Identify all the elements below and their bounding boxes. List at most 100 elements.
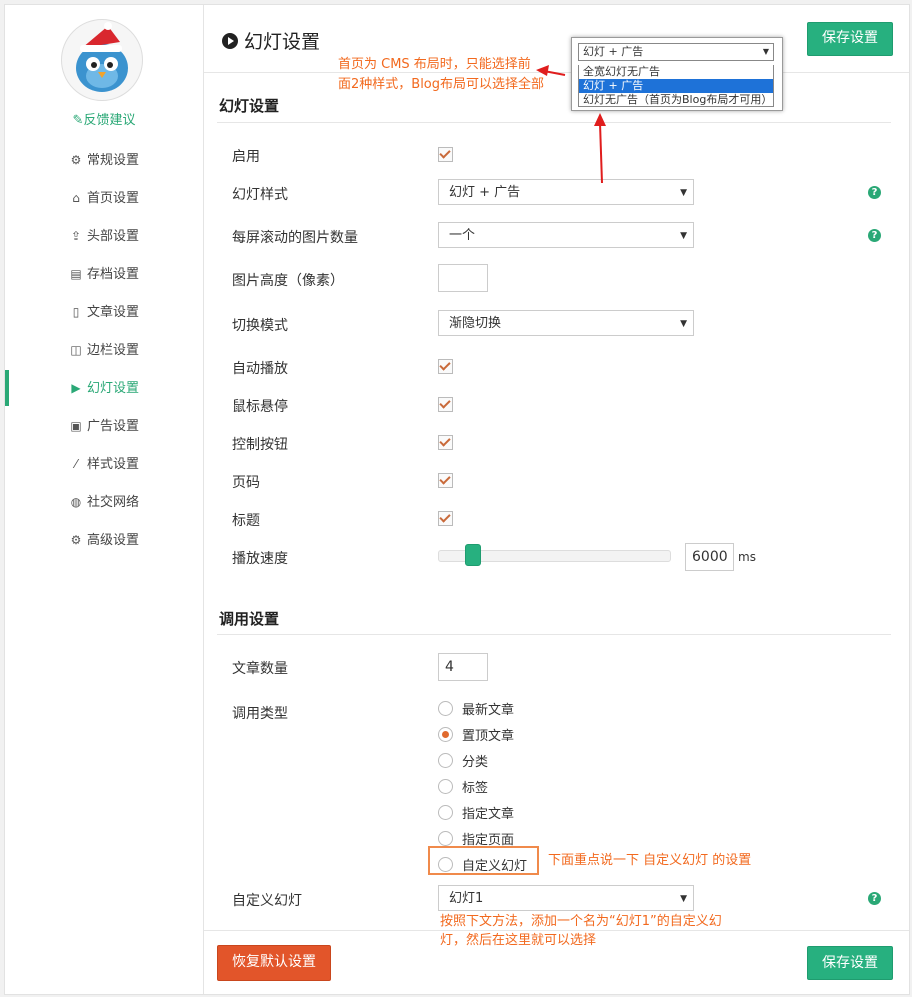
article-count-label: 文章数量 [232,661,288,677]
sidebar-item-slider[interactable]: ▶ 幻灯设置 [5,373,203,411]
height-input[interactable] [438,264,488,292]
pager-checkbox[interactable] [438,473,453,488]
style-dropdown-popup: 幻灯 + 广告 ▼ 全宽幻灯无广告 幻灯 + 广告 幻灯无广告（首页为Blog布局… [571,37,783,111]
hover-pause-label: 鼠标悬停 [232,399,288,415]
radio-label: 自定义幻灯 [462,859,528,874]
sidebar-item-general[interactable]: ⚙ 常规设置 [5,145,203,183]
play-circle-icon: ▶ [71,381,81,395]
caption-checkbox[interactable] [438,511,453,526]
popup-option[interactable]: 幻灯无广告（首页为Blog布局才可用） [578,93,774,107]
speed-label: 播放速度 [232,551,288,567]
annotation-slide-2: 灯，然后在这里就可以选择 [440,933,597,948]
sidebar-item-home[interactable]: ⌂ 首页设置 [5,183,203,221]
sidebar-item-ads[interactable]: ▣ 广告设置 [5,411,203,449]
section-heading-call: 调用设置 [219,610,280,628]
bird-mascot-icon [76,22,128,92]
sidebar-item-label: 社交网络 [87,495,140,510]
sidebar-item-archive[interactable]: ▤ 存档设置 [5,259,203,297]
custom-slider-select[interactable]: 幻灯1 ▼ [438,885,694,911]
height-label: 图片高度（像素） [232,273,344,289]
controls-label: 控制按钮 [232,437,288,453]
globe-icon: ◍ [70,495,82,509]
sidebar: ✎反馈建议 ⚙ 常规设置 ⌂ 首页设置 ⇪ 头部设置 ▤ 存档设置 ▯ 文章设置 ◫ 边栏设… [5,5,204,994]
magic-wand-icon: ⁄ [74,457,77,471]
pager-label: 页码 [232,475,260,491]
sidebar-item-sidebar[interactable]: ◫ 边栏设置 [5,335,203,373]
mode-label: 切换模式 [232,318,288,334]
radio-latest[interactable] [438,701,453,716]
caret-down-icon: ▼ [680,894,687,904]
radio-sticky[interactable] [438,727,453,742]
sidebar-item-label: 存档设置 [87,267,140,282]
sidebar-item-label: 广告设置 [87,419,140,434]
annotation-slide-1: 按照下文方法，添加一个名为“幻灯1”的自定义幻 [440,914,722,929]
arrow-to-popup-line [599,122,603,184]
mode-select[interactable]: 渐隐切换 ▼ [438,310,694,336]
radio-specific-article[interactable] [438,805,453,820]
caption-label: 标题 [232,513,260,529]
sidebar-item-label: 常规设置 [87,153,140,168]
arrow-up-icon [594,113,606,126]
radio-category[interactable] [438,753,453,768]
sidebar-item-style[interactable]: ⁄ 样式设置 [5,449,203,487]
feedback-link[interactable]: ✎反馈建议 [5,109,203,128]
controls-checkbox[interactable] [438,435,453,450]
sidebar-item-social[interactable]: ◍ 社交网络 [5,487,203,525]
radio-custom-slider[interactable] [438,857,453,872]
speed-input[interactable]: 6000 [685,543,734,571]
article-count-input[interactable]: 4 [438,653,488,681]
radio-label: 指定文章 [462,807,515,822]
help-icon[interactable]: ? [868,229,881,242]
popup-option-selected[interactable]: 幻灯 + 广告 [578,79,774,93]
columns-icon: ◫ [70,343,82,357]
radio-label: 分类 [462,755,489,770]
file-icon: ▯ [72,305,80,319]
sidebar-item-label: 文章设置 [87,305,140,320]
divider [204,930,909,931]
gift-icon: ▣ [70,419,82,433]
gear-icon: ⚙ [70,153,82,167]
autoplay-checkbox[interactable] [438,359,453,374]
sidebar-nav: ⚙ 常规设置 ⌂ 首页设置 ⇪ 头部设置 ▤ 存档设置 ▯ 文章设置 ◫ 边栏设置 ▶ 幻灯设… [5,145,203,563]
speed-unit: ms [738,550,756,564]
sidebar-item-article[interactable]: ▯ 文章设置 [5,297,203,335]
popup-select[interactable]: 幻灯 + 广告 ▼ [578,43,774,61]
sidebar-item-label: 边栏设置 [87,343,140,358]
sidebar-item-label: 头部设置 [87,229,140,244]
radio-label: 置顶文章 [462,729,515,744]
sidebar-item-advanced[interactable]: ⚙ 高级设置 [5,525,203,563]
arrow-left-icon [536,65,549,76]
annotation-custom: 下面重点说一下 自定义幻灯 的设置 [548,853,752,868]
caret-down-icon: ▼ [762,47,769,56]
caret-down-icon: ▼ [680,231,687,241]
settings-frame: ✎反馈建议 ⚙ 常规设置 ⌂ 首页设置 ⇪ 头部设置 ▤ 存档设置 ▯ 文章设置 ◫ 边栏设… [4,4,910,995]
count-select[interactable]: 一个 ▼ [438,222,694,248]
caret-down-icon: ▼ [680,319,687,329]
sidebar-item-label: 首页设置 [87,191,140,206]
radio-label: 最新文章 [462,703,515,718]
save-button-bottom[interactable]: 保存设置 [807,946,893,980]
annotation-arrows [536,65,606,184]
custom-slider-label: 自定义幻灯 [232,893,302,909]
avatar [61,19,143,101]
help-icon[interactable]: ? [868,892,881,905]
radio-specific-page[interactable] [438,831,453,846]
hover-pause-checkbox[interactable] [438,397,453,412]
sidebar-item-label: 幻灯设置 [87,381,140,396]
divider [217,634,891,635]
radio-label: 标签 [462,781,489,796]
popup-option[interactable]: 全宽幻灯无广告 [578,65,774,79]
count-label: 每屏滚动的图片数量 [232,230,358,246]
reset-defaults-button[interactable]: 恢复默认设置 [217,945,331,981]
call-type-label: 调用类型 [232,706,288,722]
book-icon: ▤ [70,267,82,281]
autoplay-label: 自动播放 [232,361,288,377]
sidebar-item-label: 样式设置 [87,457,140,472]
sidebar-item-label: 高级设置 [87,533,140,548]
radio-tag[interactable] [438,779,453,794]
main-panel: 幻灯设置 保存设置 幻灯设置 启用 幻灯样式 幻灯 + 广告 ▼ ? 每屏滚动的图… [204,5,909,994]
home-icon: ⌂ [72,191,80,205]
upload-icon: ⇪ [70,229,82,243]
sidebar-item-header[interactable]: ⇪ 头部设置 [5,221,203,259]
speed-slider-handle[interactable] [465,544,481,566]
